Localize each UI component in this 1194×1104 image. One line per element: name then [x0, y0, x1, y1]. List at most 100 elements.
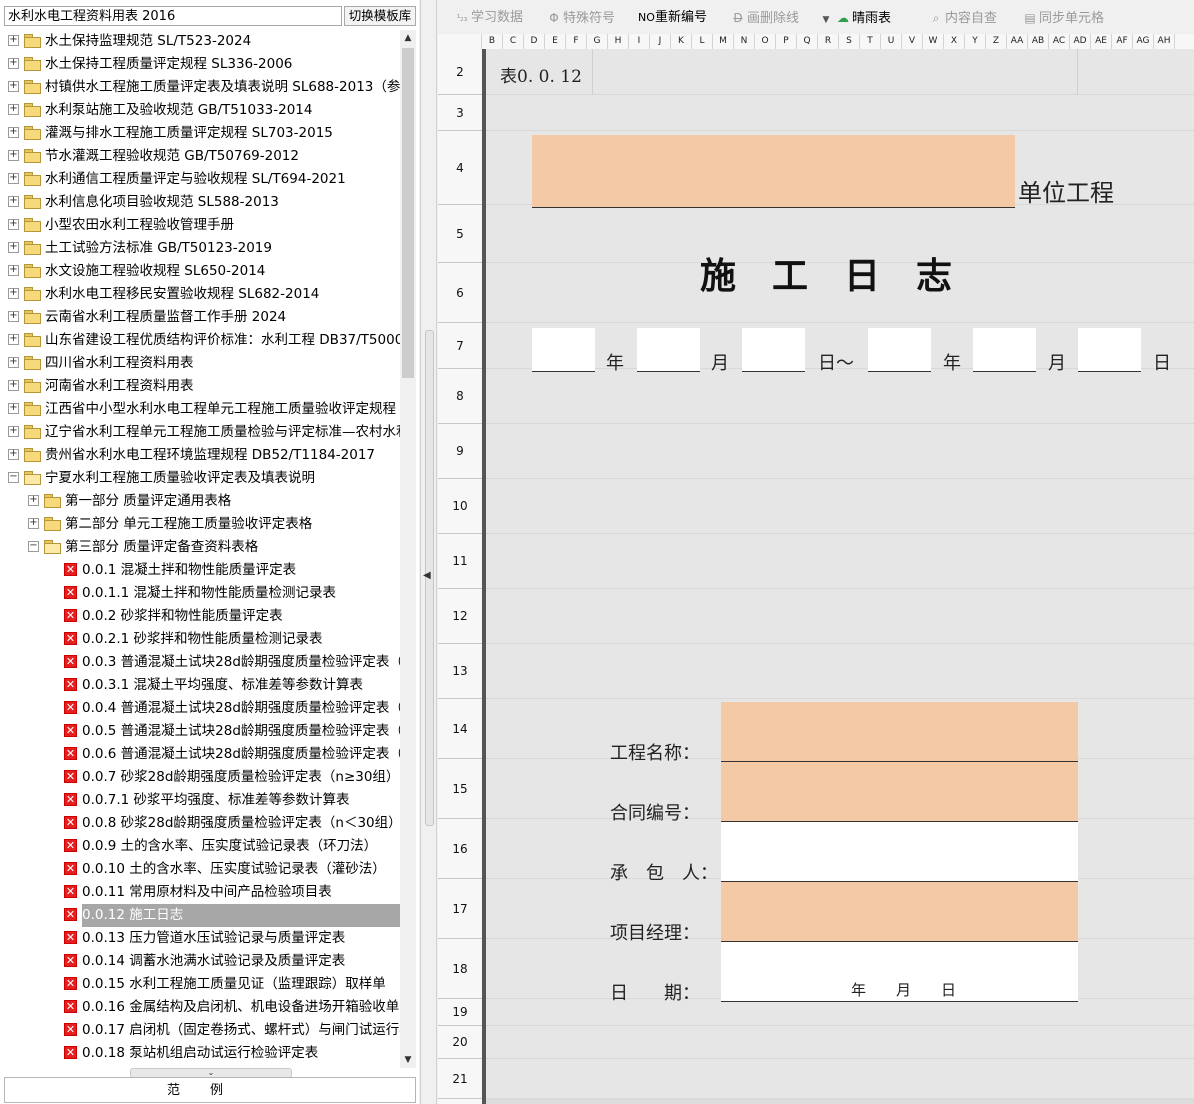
column-header[interactable]: I	[629, 34, 650, 49]
tree-item-folder[interactable]: + 辽宁省水利工程单元工程施工质量检验与评定标准—农村水利	[4, 421, 400, 444]
sheet-row[interactable]	[482, 1059, 1194, 1099]
sheet-row[interactable]	[482, 369, 1194, 424]
column-header[interactable]: Q	[797, 34, 818, 49]
row-header[interactable]: 21	[438, 1059, 482, 1099]
tree-item-folder[interactable]: + 水利泵站施工及验收规范 GB/T51033-2014	[4, 99, 400, 122]
tree-item-template[interactable]: ✕ 0.0.9 土的含水率、压实度试验记录表（环刀法）	[4, 835, 400, 858]
expand-icon[interactable]: +	[8, 449, 19, 460]
tree-item-folder[interactable]: + 水利水电工程移民安置验收规程 SL682-2014	[4, 283, 400, 306]
tree-item-folder[interactable]: + 水利通信工程质量评定与验收规程 SL/T694-2021	[4, 168, 400, 191]
tree-item-folder[interactable]: + 第二部分 单元工程施工质量验收评定表格	[4, 513, 400, 536]
sheet-row[interactable]	[482, 644, 1194, 699]
tree-scrollbar[interactable]: ▲ ▼	[400, 30, 416, 1068]
switch-library-button[interactable]: 切换模板库	[344, 6, 416, 26]
expand-icon[interactable]: +	[8, 150, 19, 161]
end-day-input[interactable]	[1078, 328, 1141, 372]
row-header[interactable]: 10	[438, 479, 482, 534]
renumber-button[interactable]: NO重新编号	[638, 9, 707, 27]
end-month-input[interactable]	[973, 328, 1036, 372]
tree-item-folder[interactable]: + 节水灌溉工程验收规范 GB/T50769-2012	[4, 145, 400, 168]
row-header[interactable]: 19	[438, 999, 482, 1026]
tree-item-template[interactable]: ✕ 0.0.8 砂浆28d龄期强度质量检验评定表（n＜30组）	[4, 812, 400, 835]
tree-item-folder[interactable]: + 水土保持工程质量评定规程 SL336-2006	[4, 53, 400, 76]
expand-icon[interactable]: +	[8, 403, 19, 414]
manager-input[interactable]	[721, 882, 1078, 942]
tree-item-folder[interactable]: + 河南省水利工程资料用表	[4, 375, 400, 398]
column-header[interactable]: AE	[1091, 34, 1112, 49]
collapse-icon[interactable]: −	[28, 541, 39, 552]
expand-icon[interactable]: +	[28, 518, 39, 529]
unit-project-input[interactable]	[532, 135, 1015, 208]
column-header[interactable]: Z	[986, 34, 1007, 49]
row-header[interactable]: 6	[438, 263, 482, 323]
tree-item-folder[interactable]: + 山东省建设工程优质结构评价标准：水利工程 DB37/T5000.4	[4, 329, 400, 352]
row-header[interactable]: 7	[438, 323, 482, 369]
project-name-input[interactable]	[721, 702, 1078, 762]
example-button[interactable]: 范例	[4, 1077, 416, 1103]
expand-icon[interactable]: +	[8, 242, 19, 253]
column-header[interactable]: Y	[965, 34, 986, 49]
sync-cells-button[interactable]: ▤ 同步单元格	[1022, 9, 1104, 27]
sheet-row[interactable]	[482, 49, 1194, 95]
expand-icon[interactable]: +	[28, 495, 39, 506]
row-header[interactable]: 4	[438, 131, 482, 205]
collapse-icon[interactable]: −	[8, 472, 19, 483]
expand-icon[interactable]: +	[8, 219, 19, 230]
tree-item-template[interactable]: ✕ 0.0.3.1 混凝土平均强度、标准差等参数计算表	[4, 674, 400, 697]
column-header[interactable]: E	[545, 34, 566, 49]
scroll-up-icon[interactable]: ▲	[400, 30, 416, 46]
sheet-row[interactable]	[482, 999, 1194, 1026]
row-header[interactable]: 5	[438, 205, 482, 263]
tree-item-folder[interactable]: + 水文设施工程验收规程 SL650-2014	[4, 260, 400, 283]
tree-item-template[interactable]: ✕ 0.0.2 砂浆拌和物性能质量评定表	[4, 605, 400, 628]
row-header[interactable]: 15	[438, 759, 482, 819]
expand-icon[interactable]: +	[8, 311, 19, 322]
tree-item-template[interactable]: ✕ 0.0.1 混凝土拌和物性能质量评定表	[4, 559, 400, 582]
expand-icon[interactable]: +	[8, 81, 19, 92]
tree-item-folder[interactable]: + 村镇供水工程施工质量评定表及填表说明 SL688-2013（参考	[4, 76, 400, 99]
column-header[interactable]: P	[776, 34, 797, 49]
column-header[interactable]: O	[755, 34, 776, 49]
column-header[interactable]: AC	[1049, 34, 1070, 49]
sheet-row[interactable]	[482, 479, 1194, 534]
column-header[interactable]: B	[482, 34, 503, 49]
column-header[interactable]: J	[650, 34, 671, 49]
scroll-down-icon[interactable]: ▼	[400, 1052, 416, 1068]
row-header[interactable]: 20	[438, 1026, 482, 1059]
sheet-row[interactable]	[482, 534, 1194, 589]
tree-item-folder[interactable]: + 水利信息化项目验收规范 SL588-2013	[4, 191, 400, 214]
column-header[interactable]: X	[944, 34, 965, 49]
column-header[interactable]: S	[839, 34, 860, 49]
expand-icon[interactable]: +	[8, 380, 19, 391]
scroll-thumb[interactable]	[402, 48, 414, 378]
tree-item-folder[interactable]: − 第三部分 质量评定备查资料表格	[4, 536, 400, 559]
tree-item-template[interactable]: ✕ 0.0.15 水利工程施工质量见证（监理跟踪）取样单	[4, 973, 400, 996]
sheet-row[interactable]	[482, 95, 1194, 131]
expand-icon[interactable]: +	[8, 265, 19, 276]
column-header[interactable]: AA	[1007, 34, 1028, 49]
expand-icon[interactable]: +	[8, 104, 19, 115]
tree-item-template[interactable]: ✕ 0.0.6 普通混凝土试块28d龄期强度质量检验评定表（n	[4, 743, 400, 766]
tree-item-folder[interactable]: + 土工试验方法标准 GB/T50123-2019	[4, 237, 400, 260]
row-header[interactable]: 17	[438, 879, 482, 939]
column-header[interactable]: M	[713, 34, 734, 49]
tree-item-template[interactable]: ✕ 0.0.17 启闭机（固定卷扬式、螺杆式）与闸门试运行检	[4, 1019, 400, 1042]
column-header[interactable]: H	[608, 34, 629, 49]
sheet-grid[interactable]: 表0. 0. 12 单位工程 施 工 日 志 年 月 日～ 年 月 日 工程名称…	[482, 49, 1194, 1104]
tree-item-template[interactable]: ✕ 0.0.2.1 砂浆拌和物性能质量检测记录表	[4, 628, 400, 651]
expand-icon[interactable]: +	[8, 58, 19, 69]
tree-item-folder[interactable]: + 贵州省水利水电工程环境监理规程 DB52/T1184-2017	[4, 444, 400, 467]
collapse-left-icon[interactable]: ◀	[423, 570, 431, 581]
column-header[interactable]: AD	[1070, 34, 1091, 49]
vertical-splitter[interactable]: ◀	[420, 0, 437, 1104]
weather-dropdown[interactable]: ▼ ☁ 晴雨表	[818, 9, 891, 27]
tree-item-template[interactable]: ✕ 0.0.14 调蓄水池满水试验记录及质量评定表	[4, 950, 400, 973]
start-month-input[interactable]	[637, 328, 700, 372]
column-header[interactable]: AH	[1154, 34, 1175, 49]
column-header[interactable]: V	[902, 34, 923, 49]
tree-item-template[interactable]: ✕ 0.0.5 普通混凝土试块28d龄期强度质量检验评定表（5	[4, 720, 400, 743]
expand-icon[interactable]: +	[8, 357, 19, 368]
tree-item-folder[interactable]: + 灌溉与排水工程施工质量评定规程 SL703-2015	[4, 122, 400, 145]
column-header[interactable]: AB	[1028, 34, 1049, 49]
row-header[interactable]: 14	[438, 699, 482, 759]
